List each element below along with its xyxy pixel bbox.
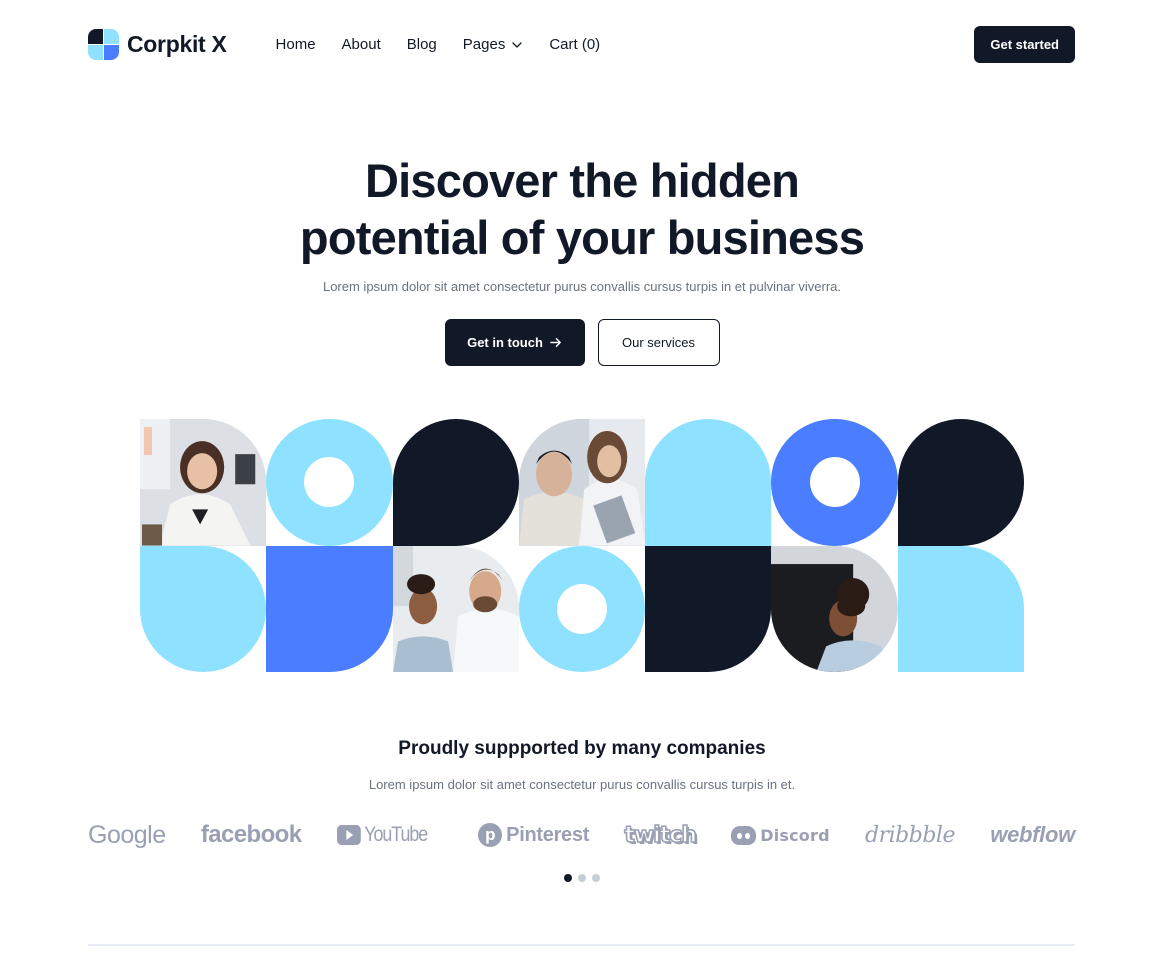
shape-dark [392, 419, 519, 546]
photo-woman-at-desk [140, 419, 267, 546]
brand-name: Corpkit X [127, 31, 227, 57]
hero-subtitle: Lorem ipsum dolor sit amet consectetur p… [322, 279, 842, 294]
nav-blog[interactable]: Blog [407, 36, 437, 53]
brand-logo[interactable]: Corpkit X [88, 29, 227, 60]
shape-light-blue [897, 545, 1024, 672]
hero-cta-group: Get in touch Our services [0, 319, 1164, 366]
webflow-logo: webflow [990, 822, 1075, 848]
nav-about-label: About [341, 36, 381, 53]
nav-home[interactable]: Home [276, 36, 316, 53]
supporters-subtitle: Lorem ipsum dolor sit amet consectetur p… [368, 777, 796, 792]
youtube-logo-text: YouTube [363, 823, 428, 846]
photo-woman-and-man [392, 545, 519, 672]
chevron-down-icon [512, 41, 522, 48]
nav-about[interactable]: About [342, 36, 381, 53]
google-logo-text: Google [88, 820, 166, 849]
shape-dark [645, 545, 772, 672]
discord-icon [731, 825, 757, 845]
nav-pages-dropdown[interactable]: Pages [463, 36, 524, 53]
dribbble-logo: dribbble [865, 823, 955, 848]
logo-mark-icon [88, 29, 119, 60]
hero-title-line-1: Discover the hidden [364, 154, 800, 207]
pinterest-logo: p Pinterest [478, 823, 589, 847]
dribbble-logo-text: dribbble [865, 822, 955, 848]
facebook-logo-text: facebook [200, 821, 302, 848]
photo-woman-profile [771, 545, 898, 672]
arrow-right-icon [550, 338, 561, 347]
pinterest-icon: p [478, 823, 503, 847]
partner-logos: Google facebook YouTube p Pinterest twit… [88, 818, 1075, 852]
supporters-title: Proudly suppported by many companies [398, 738, 766, 759]
carousel-dot-2[interactable] [578, 874, 586, 882]
twitch-logo-text: twitch [624, 822, 698, 849]
webflow-logo-text: webflow [990, 822, 1075, 847]
youtube-logo: YouTube [336, 823, 428, 847]
ring-shape-light-blue [266, 419, 393, 546]
get-in-touch-button[interactable]: Get in touch [444, 319, 585, 366]
hero-mosaic [140, 419, 1024, 672]
carousel-dot-3[interactable] [592, 874, 600, 882]
section-divider [88, 944, 1075, 946]
shape-light-blue [140, 545, 267, 672]
shape-dark [897, 419, 1024, 546]
nav-home-label: Home [275, 36, 316, 53]
twitch-logo: twitch [624, 822, 698, 849]
get-started-button[interactable]: Get started [974, 26, 1075, 63]
discord-logo-text: Discord [760, 825, 830, 845]
shape-light-blue-arch [645, 419, 772, 546]
facebook-logo: facebook [201, 821, 302, 849]
google-logo: Google [88, 821, 166, 850]
our-services-button[interactable]: Our services [597, 319, 720, 366]
pinterest-logo-text: Pinterest [506, 823, 590, 846]
hero-title: Discover the hidden potential of your bu… [0, 152, 1164, 266]
nav-cart-label: Cart (0) [549, 36, 601, 53]
get-in-touch-label: Get in touch [467, 335, 543, 350]
discord-logo: Discord [731, 825, 830, 845]
carousel-pagination [0, 874, 1164, 882]
hero-title-line-2: potential of your business [299, 211, 865, 264]
nav-blog-label: Blog [406, 36, 437, 53]
carousel-dot-1[interactable] [564, 874, 572, 882]
main-nav: Home About Blog Pages Cart (0) [276, 36, 627, 53]
site-header: Corpkit X Home About Blog Pages Cart (0)… [88, 26, 1075, 63]
shape-blue [266, 545, 393, 672]
nav-cart[interactable]: Cart (0) [549, 36, 600, 53]
youtube-play-icon [336, 825, 361, 845]
nav-pages-label: Pages [462, 36, 506, 53]
ring-shape-blue [771, 419, 898, 546]
ring-shape-light-blue [518, 545, 646, 672]
photo-colleagues-tablet [518, 419, 646, 546]
